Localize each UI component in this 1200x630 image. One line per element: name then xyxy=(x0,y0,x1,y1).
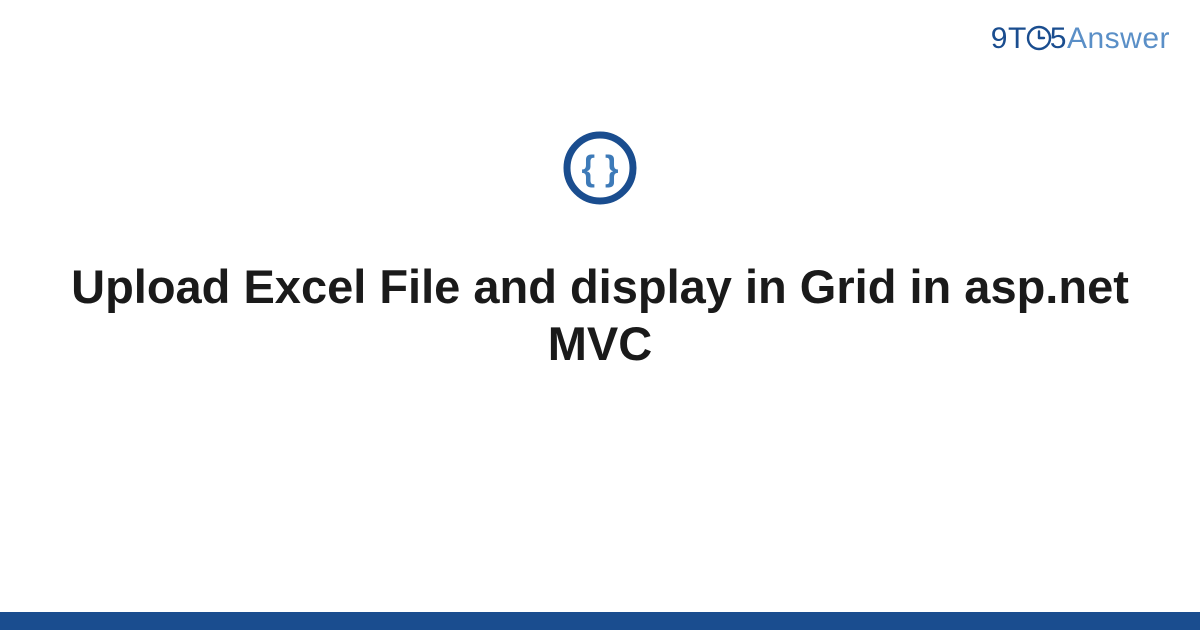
brand-answer: Answer xyxy=(1067,22,1170,55)
footer-bar xyxy=(0,612,1200,630)
code-braces-icon: { } xyxy=(562,130,638,206)
page-title: Upload Excel File and display in Grid in… xyxy=(0,258,1200,373)
brand-nine: 9 xyxy=(991,22,1008,55)
svg-text:{ }: { } xyxy=(582,149,619,188)
clock-icon xyxy=(1026,25,1052,59)
brand-t: T xyxy=(1008,22,1027,55)
brand-logo: 9T 5Answer xyxy=(991,22,1170,59)
brand-five: 5 xyxy=(1050,22,1067,55)
